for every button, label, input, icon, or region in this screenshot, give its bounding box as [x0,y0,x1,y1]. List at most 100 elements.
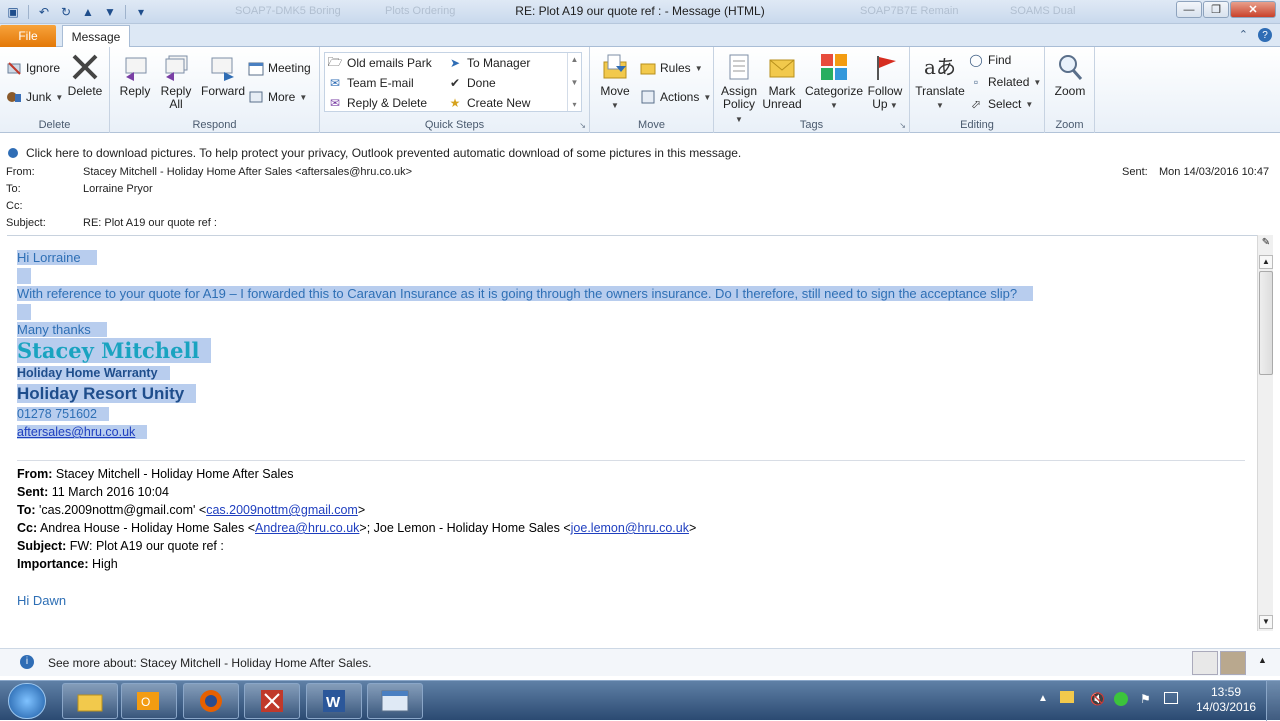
tray-flag-icon[interactable]: ⚑ [1140,692,1151,706]
junk-button[interactable]: Junk ▼ [6,88,63,106]
outlook-taskbar-button[interactable]: O [121,683,177,719]
signature-email-link[interactable]: aftersales@hru.co.uk [17,425,135,439]
expand-gallery-icon[interactable]: ▾ [572,100,576,109]
svg-text:W: W [326,694,341,711]
minimize-button[interactable]: — [1176,1,1202,18]
start-button[interactable] [8,683,46,719]
quoted-sent: 11 March 2016 10:04 [51,485,169,499]
group-zoom: Zoom Zoom [1045,47,1095,133]
move-button[interactable]: Move ▼ [596,51,634,112]
firefox-taskbar-button[interactable] [183,683,239,719]
from-value[interactable]: Stacey Mitchell - Holiday Home After Sal… [83,166,412,178]
group-label: Quick Steps [424,119,485,131]
scroll-up-button[interactable]: ▲ [1259,255,1273,269]
quoted-cc-pre: Andrea House - Holiday Home Sales < [39,521,255,535]
download-pictures-infobar[interactable]: Click here to download pictures. To help… [0,143,1280,163]
message-window-taskbar-button[interactable] [367,683,423,719]
chevron-down-icon: ▼ [830,101,838,110]
style-icon[interactable]: ✎ [1259,237,1273,251]
quick-step-reply-delete[interactable]: ✉ Reply & Delete [327,94,427,112]
delete-button[interactable]: Delete [66,51,104,98]
meeting-button[interactable]: Meeting [248,59,311,77]
junk-label: Junk [26,90,52,104]
to-value[interactable]: Lorraine Pryor [83,183,153,195]
message-scrollbar[interactable]: ✎ ▲ ▼ [1257,235,1273,631]
minimize-ribbon-icon[interactable]: ⌃ [1239,28,1248,42]
checkmark-icon: ✔ [449,76,461,90]
sender-photo[interactable] [1220,651,1246,675]
dialog-launcher-icon[interactable]: ↘ [899,121,906,130]
actions-button[interactable]: Actions ▼ [640,88,711,106]
quick-step-create-new[interactable]: ★ Create New [447,94,531,112]
infobar-text: Click here to download pictures. To help… [26,146,742,160]
maximize-button[interactable]: ❐ [1203,1,1229,18]
mark-label-2: Unread [762,97,802,111]
rules-button[interactable]: Rules ▼ [640,59,703,77]
cc-label: Cc: [6,200,23,212]
closing: Many thanks [17,322,107,337]
related-button[interactable]: ▫ Related ▼ [968,73,1041,91]
blank-line [17,268,37,286]
quoted-subject-label: Subject: [17,539,67,553]
translate-button[interactable]: aあ Translate ▼ [914,51,966,112]
mark-unread-button[interactable]: Mark Unread [762,51,802,111]
zoom-button[interactable]: Zoom [1049,51,1091,98]
quoted-cc-link-1[interactable]: Andrea@hru.co.uk [255,521,359,535]
tab-file[interactable]: File [0,25,56,47]
new-quick-step-icon: ★ [449,96,461,110]
rules-icon [640,60,656,76]
move-label: Move [600,84,630,98]
tray-expand-icon[interactable]: ▲ [1038,693,1048,704]
show-desktop-button[interactable] [1266,681,1280,721]
word-taskbar-button[interactable]: W [306,683,362,719]
select-button[interactable]: ⬀ Select ▼ [968,95,1033,113]
reply-button[interactable]: Reply [118,51,152,98]
contact-avatar[interactable] [1192,651,1218,675]
explorer-taskbar-button[interactable] [62,683,118,719]
scroll-thumb[interactable] [1259,271,1273,375]
close-button[interactable]: ✕ [1230,1,1276,18]
chevron-down-icon: ▼ [1033,77,1042,87]
tray-clock[interactable]: 13:59 14/03/2016 [1196,685,1256,715]
quick-step-label: Create New [467,96,531,110]
find-button[interactable]: ◯ Find [968,51,1011,69]
reply-all-button[interactable]: Reply All [158,51,194,111]
scroll-down-icon[interactable]: ▼ [571,78,579,87]
ignore-button[interactable]: Ignore [6,59,60,77]
quick-step-old-emails-park[interactable]: 🗁 Old emails Park [327,54,432,72]
categorize-button[interactable]: Categorize ▼ [804,51,864,112]
quoted-to-link[interactable]: cas.2009nottm@gmail.com [206,503,358,517]
quoted-to-post: > [357,503,366,517]
quick-step-team-email[interactable]: ✉ Team E-mail [327,74,414,92]
people-pane-text[interactable]: See more about: Stacey Mitchell - Holida… [48,656,371,670]
help-icon[interactable]: ? [1258,28,1272,42]
categorize-label: Categorize [804,84,864,98]
tab-message[interactable]: Message [62,25,130,48]
quoted-cc-link-2[interactable]: joe.lemon@hru.co.uk [571,521,689,535]
tray-mail-icon[interactable] [1060,691,1074,703]
tray-status-icon[interactable] [1114,692,1128,706]
more-button[interactable]: More ▼ [248,88,307,106]
message-body[interactable]: Hi Lorraine With reference to your quote… [7,235,1257,631]
dialog-launcher-icon[interactable]: ↘ [579,121,586,130]
quick-step-to-manager[interactable]: ➤ To Manager [447,54,530,72]
scroll-up-icon[interactable]: ▲ [571,55,579,64]
translate-icon: aあ [924,54,956,79]
follow-up-button[interactable]: Follow Up ▼ [866,51,904,112]
quick-step-done[interactable]: ✔ Done [447,74,496,92]
tray-volume-muted-icon[interactable]: 🔇 [1090,692,1105,706]
tray-network-icon[interactable] [1164,692,1178,704]
scroll-down-button[interactable]: ▼ [1259,615,1273,629]
forward-button[interactable]: Forward [200,51,246,98]
select-label: Select [988,97,1022,111]
chevron-down-icon: ▼ [703,92,712,102]
quoted-from: Stacey Mitchell - Holiday Home After Sal… [55,467,294,481]
assign-policy-button[interactable]: Assign Policy ▼ [718,51,760,126]
cursor-icon: ⬀ [970,97,982,111]
blank-line [17,304,37,322]
expand-pane-icon[interactable]: ▲ [1258,655,1267,665]
pdf-taskbar-button[interactable] [244,683,300,719]
meeting-icon [248,60,264,76]
quoted-sent-label: Sent: [17,485,49,499]
gallery-scroll[interactable]: ▲ ▼ ▾ [567,53,581,111]
